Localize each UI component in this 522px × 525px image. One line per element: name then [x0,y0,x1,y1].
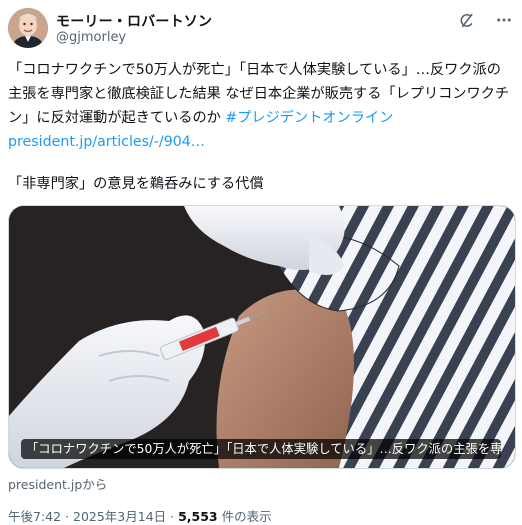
tweet-text: 「コロナワクチンで50万人が死亡」「日本で人体実験している」…反ワク派の主張を専… [8,58,514,154]
view-count: 5,553 [178,509,218,524]
tweet-date[interactable]: 2025年3月14日 [73,509,166,524]
tweet-actions-top [456,10,514,30]
more-icon[interactable] [494,10,514,30]
card-source[interactable]: president.jpから [8,474,107,493]
author-name[interactable]: モーリー・ロバートソン [56,11,212,31]
link-card[interactable]: 「コロナワクチンで50万人が死亡」「日本で人体実験している」…反ワク派の主張を専… [8,205,516,469]
card-image [9,206,515,468]
tweet: モーリー・ロバートソン @gjmorley 「コロナワクチンで50万人が死亡」「… [0,0,522,525]
meta-separator: · [61,509,73,524]
author-name-row[interactable]: モーリー・ロバートソン [56,11,212,31]
view-label: 件の表示 [217,509,272,524]
avatar[interactable] [8,8,48,48]
meta-separator: · [166,509,179,524]
article-link[interactable]: president.jp/articles/-/904… [8,134,205,150]
author-handle[interactable]: @gjmorley [56,30,126,45]
tweet-time[interactable]: 午後7:42 [8,509,61,524]
grok-icon[interactable] [456,10,476,30]
tweet-subhead: 「非専門家」の意見を鵜呑みにする代償 [8,176,264,192]
hashtag-link[interactable]: #プレジデントオンライン [225,110,393,126]
card-caption: 「コロナワクチンで50万人が死亡」「日本で人体実験している」…反ワク派の主張を専… [21,439,501,459]
tweet-meta: 午後7:42 · 2025年3月14日 · 5,553 件の表示 [8,506,272,525]
